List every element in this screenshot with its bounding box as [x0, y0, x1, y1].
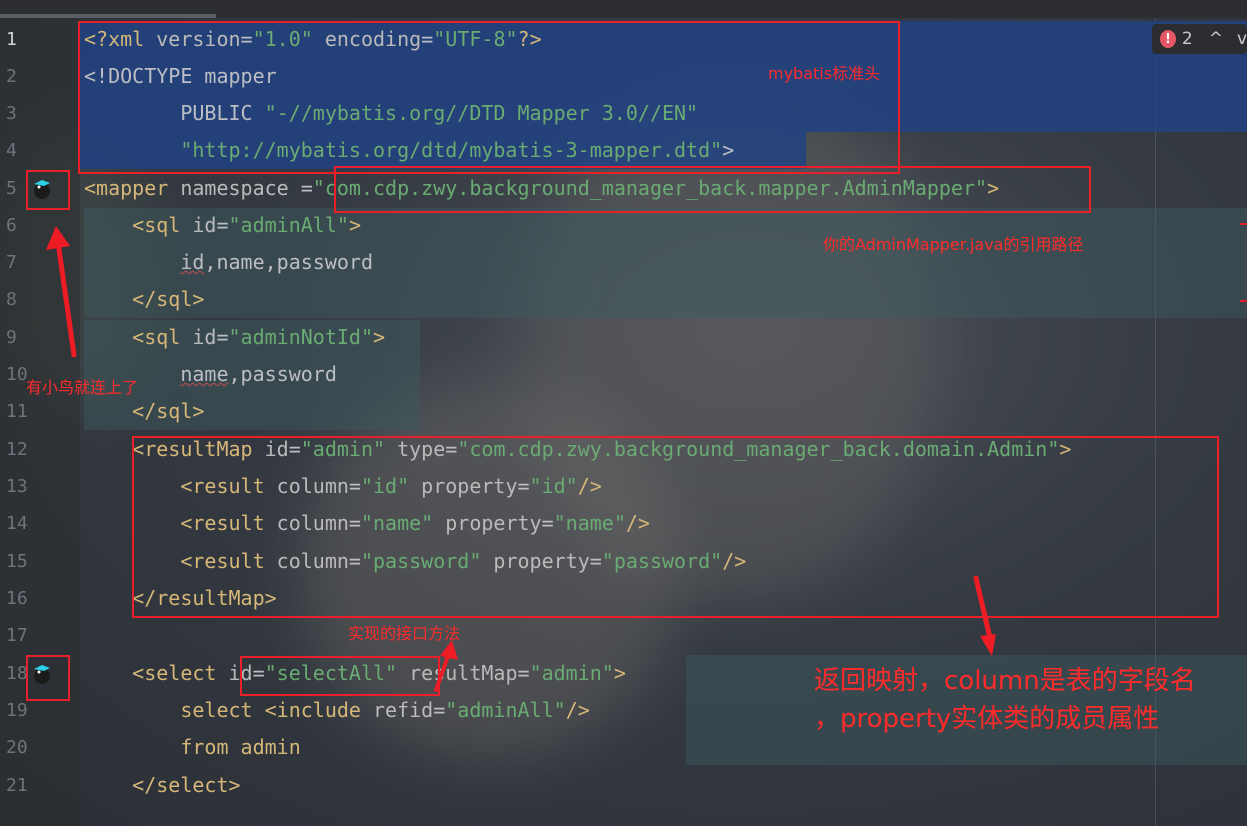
- line-number: 21: [6, 775, 28, 796]
- tag-open: <include: [264, 698, 373, 722]
- error-icon: !: [1160, 30, 1176, 48]
- code-line-20[interactable]: from admin: [84, 729, 301, 766]
- equals: =: [300, 176, 313, 200]
- attr-value: "adminAll": [445, 698, 566, 722]
- sql-column: name: [180, 362, 229, 386]
- tag-end: </select>: [84, 773, 241, 797]
- line-number: 11: [6, 401, 28, 422]
- attr-name: id: [192, 325, 217, 349]
- tag-end: </sql>: [84, 287, 205, 311]
- tag-open: <sql: [84, 325, 193, 349]
- equals: =: [433, 698, 446, 722]
- inspection-widget[interactable]: ! 2 ^ v: [1152, 24, 1247, 54]
- line-number: 9: [6, 327, 17, 348]
- code-line-6[interactable]: <sql id="adminAll">: [84, 207, 361, 244]
- line-number: 1: [6, 29, 17, 50]
- sql-keyword: select: [84, 698, 265, 722]
- tag-open: <select: [84, 661, 229, 685]
- chevron-up-icon[interactable]: ^: [1209, 29, 1223, 49]
- bird-annotation-box: [26, 655, 70, 701]
- attr-name: namespace: [180, 176, 301, 200]
- code-line-11[interactable]: </sql>: [84, 393, 204, 430]
- line-number: 6: [6, 215, 17, 236]
- tag-end: </sql>: [84, 399, 205, 423]
- code-line-8[interactable]: </sql>: [84, 281, 204, 318]
- error-count: 2: [1181, 29, 1193, 49]
- bird-annotation-box: [26, 170, 70, 210]
- namespace-note: 你的AdminMapper.java的引用路径: [823, 235, 1084, 254]
- attr-value: "admin": [529, 661, 614, 685]
- code-line-19[interactable]: select <include refid="adminAll"/>: [84, 692, 590, 729]
- line-number: 14: [6, 513, 28, 534]
- line-number: 3: [6, 103, 17, 124]
- sql-column: id: [180, 250, 205, 274]
- chevron-down-icon[interactable]: v: [1237, 29, 1247, 49]
- line-number: 7: [6, 252, 17, 273]
- line-number: 4: [6, 140, 17, 161]
- tag-open: <sql: [84, 213, 193, 237]
- code-line-9[interactable]: <sql id="adminNotId">: [84, 319, 385, 356]
- tag-close: />: [565, 698, 590, 722]
- select-id-annotation-box: [240, 656, 440, 696]
- header-annotation-box: [78, 21, 900, 174]
- line-number: 20: [6, 737, 28, 758]
- bird-note: 有小鸟就连上了: [26, 378, 139, 397]
- tag-close: >: [348, 213, 361, 237]
- resultmap-note-line2: ，property实体类的成员属性: [814, 704, 1160, 734]
- line-number: 8: [6, 289, 17, 310]
- resultmap-annotation-box: [132, 436, 1219, 618]
- tag-open: <mapper: [84, 176, 181, 200]
- namespace-annotation-box: [334, 166, 1091, 213]
- line-number: 15: [6, 551, 28, 572]
- line-number: 17: [6, 625, 28, 646]
- equals: =: [517, 661, 530, 685]
- line-number: 12: [6, 439, 28, 460]
- attr-name: id: [192, 213, 217, 237]
- equals: =: [216, 213, 229, 237]
- method-note: 实现的接口方法: [348, 624, 461, 643]
- header-note: mybatis标准头: [768, 64, 881, 83]
- attr-value: "adminNotId": [228, 325, 374, 349]
- code-line-21[interactable]: </select>: [84, 767, 241, 804]
- code-line-7[interactable]: id,name,password: [84, 244, 373, 281]
- line-number: 13: [6, 476, 28, 497]
- tag-close: >: [373, 325, 386, 349]
- line-number: 16: [6, 588, 28, 609]
- attr-value: "adminAll": [228, 213, 349, 237]
- attr-name: refid: [373, 698, 434, 722]
- equals: =: [216, 325, 229, 349]
- resultmap-note-line1: 返回映射，column是表的字段名: [814, 666, 1196, 696]
- sql-columns: ,password: [228, 362, 337, 386]
- tag-close: >: [613, 661, 626, 685]
- sql-columns: ,name,password: [204, 250, 373, 274]
- editor-tab-bar: [0, 0, 1247, 18]
- line-number: 2: [6, 66, 17, 87]
- sql-from: from admin: [84, 735, 301, 759]
